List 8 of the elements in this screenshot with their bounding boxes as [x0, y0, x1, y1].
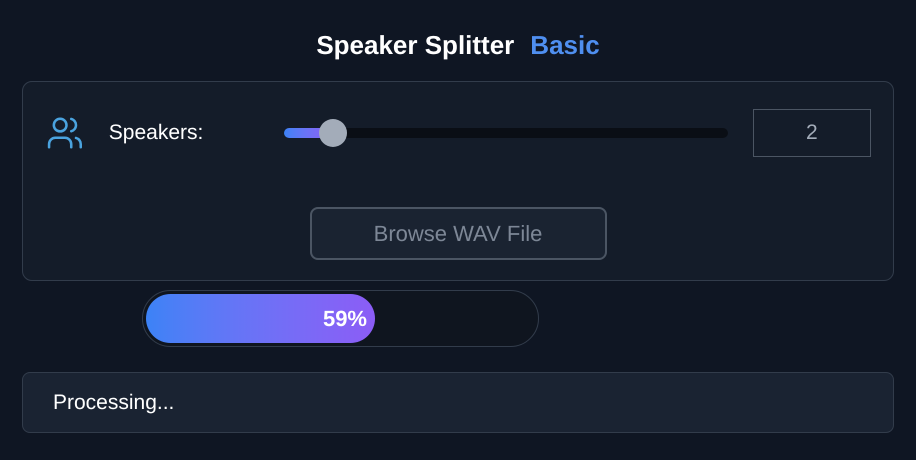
edition-label: Basic [530, 29, 600, 62]
speakers-count-field[interactable]: 2 [752, 109, 871, 157]
speakers-label: Speakers: [108, 120, 204, 146]
app-title: Speaker Splitter [316, 29, 514, 62]
status-text: Processing... [53, 390, 174, 416]
slider-thumb[interactable] [318, 119, 347, 147]
progress-percent: 59% [322, 305, 367, 333]
speakers-slider[interactable] [284, 118, 728, 148]
